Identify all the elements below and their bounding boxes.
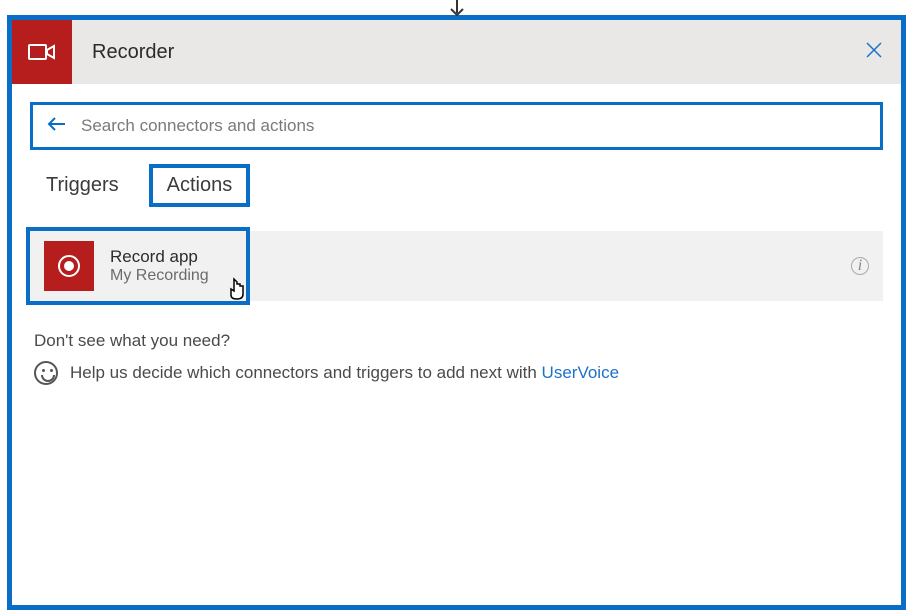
back-button[interactable] [47,115,67,138]
action-subtitle: My Recording [110,267,851,285]
action-text: Record app My Recording [110,247,851,285]
tabs: Triggers Actions [30,164,883,213]
action-list: Record app My Recording i [30,231,883,301]
back-arrow-icon [47,115,67,137]
smiley-icon [34,361,58,385]
action-item-wrap: Record app My Recording i [30,231,883,301]
footer-help-text: Help us decide which connectors and trig… [70,363,619,383]
action-title: Record app [110,247,851,267]
footer-heading: Don't see what you need? [34,331,879,351]
recorder-icon [12,20,72,84]
tab-actions[interactable]: Actions [149,164,251,207]
panel-title: Recorder [92,41,174,64]
panel-header: Recorder [12,20,901,84]
info-icon[interactable]: i [851,257,869,275]
footer: Don't see what you need? Help us decide … [30,331,883,385]
action-record-app[interactable]: Record app My Recording i [30,231,883,301]
search-bar [30,102,883,150]
flow-arrow-down-icon [447,0,467,24]
panel-body: Triggers Actions Record app My Recording [12,84,901,385]
close-button[interactable] [865,41,883,63]
footer-help-row: Help us decide which connectors and trig… [34,361,879,385]
record-icon [44,241,94,291]
uservoice-link[interactable]: UserVoice [542,363,619,382]
dialog-frame: Recorder Triggers [7,15,906,610]
search-input[interactable] [81,116,866,136]
close-icon [865,39,883,64]
tab-triggers[interactable]: Triggers [34,166,131,205]
